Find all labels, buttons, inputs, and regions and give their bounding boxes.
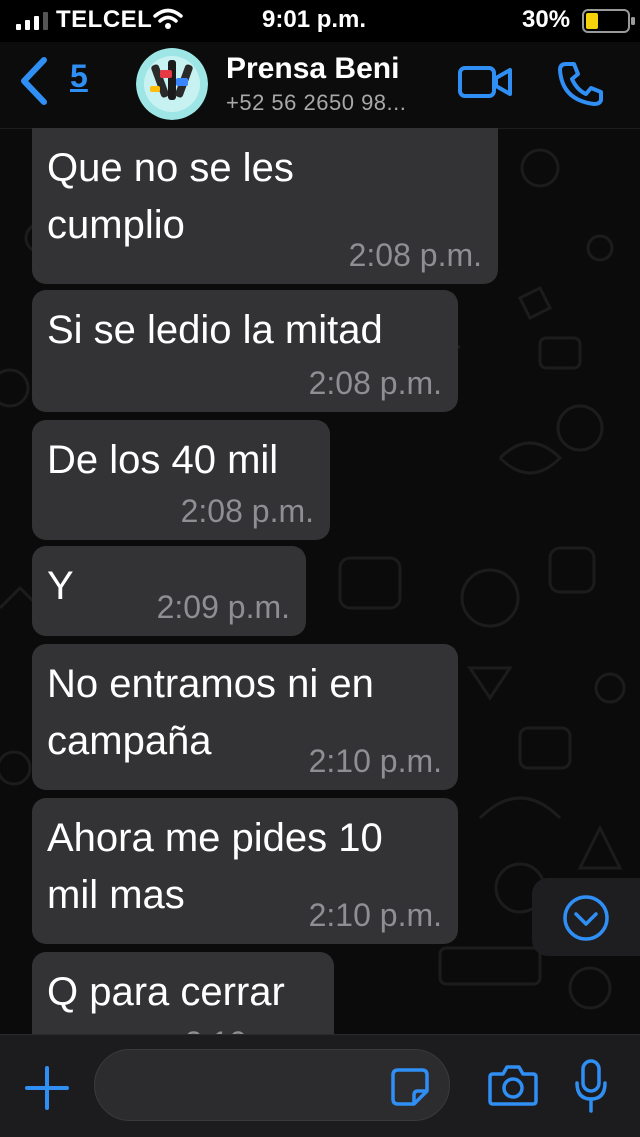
message-bubble[interactable]: Y 2:09 p.m. (32, 546, 306, 636)
battery-fill (586, 13, 598, 29)
message-time: 2:09 p.m. (156, 589, 290, 625)
message-bubble[interactable]: No entramos ni en campaña 2:10 p.m. (32, 644, 458, 790)
carrier-name: TELCEL (56, 6, 153, 33)
microphone-icon[interactable] (574, 1059, 608, 1115)
message-time: 2:08 p.m. (308, 365, 442, 401)
wifi-icon (153, 8, 183, 29)
contact-phone[interactable]: +52 56 2650 98... (226, 90, 406, 116)
message-bubble[interactable]: Que no se les cumplio 2:08 p.m. (32, 128, 498, 284)
back-unread-count[interactable]: 5 (70, 58, 88, 95)
avatar[interactable] (136, 48, 208, 120)
video-call-icon[interactable] (458, 62, 512, 102)
message-text-line: Ahora me pides 10 (47, 816, 383, 860)
contact-name[interactable]: Prensa Beni (226, 52, 399, 86)
scroll-to-bottom-button[interactable] (532, 878, 640, 956)
status-time: 9:01 p.m. (262, 6, 367, 33)
message-bubble[interactable]: Q para cerrar 2:10 p.m. (32, 952, 334, 1034)
message-bubble[interactable]: De los 40 mil 2:08 p.m. (32, 420, 330, 540)
phone-call-icon[interactable] (556, 60, 604, 106)
message-bubble[interactable]: Ahora me pides 10 mil mas 2:10 p.m. (32, 798, 458, 944)
message-text-line: No entramos ni en (47, 662, 374, 706)
back-chevron-icon[interactable] (16, 56, 50, 106)
chevron-down-circle-icon (563, 895, 609, 941)
camera-icon[interactable] (488, 1063, 538, 1107)
message-text-line: Q para cerrar (47, 970, 285, 1014)
battery-percent: 30% (522, 6, 571, 33)
message-text-line: De los 40 mil (47, 438, 279, 482)
message-time: 2:10 p.m. (308, 897, 442, 933)
signal-bars-icon (16, 12, 48, 30)
message-time: 2:10 p.m. (185, 1025, 318, 1034)
message-bubble[interactable]: Si se ledio la mitad 2:08 p.m. (32, 290, 458, 412)
message-text-line: Que no se les (47, 146, 294, 190)
microphones-avatar-icon (136, 48, 208, 120)
message-input-bar (0, 1034, 640, 1137)
message-time: 2:08 p.m. (348, 237, 482, 273)
sticker-icon[interactable] (390, 1067, 430, 1107)
message-time: 2:08 p.m. (180, 493, 314, 529)
chat-header: 5 Prensa Beni +52 56 2650 98... (0, 42, 640, 129)
message-text-line: Si se ledio la mitad (47, 308, 383, 352)
plus-icon[interactable] (24, 1065, 70, 1111)
message-time: 2:10 p.m. (308, 743, 442, 779)
battery-icon (582, 9, 635, 33)
status-bar: TELCEL 9:01 p.m. 30% (0, 0, 640, 42)
